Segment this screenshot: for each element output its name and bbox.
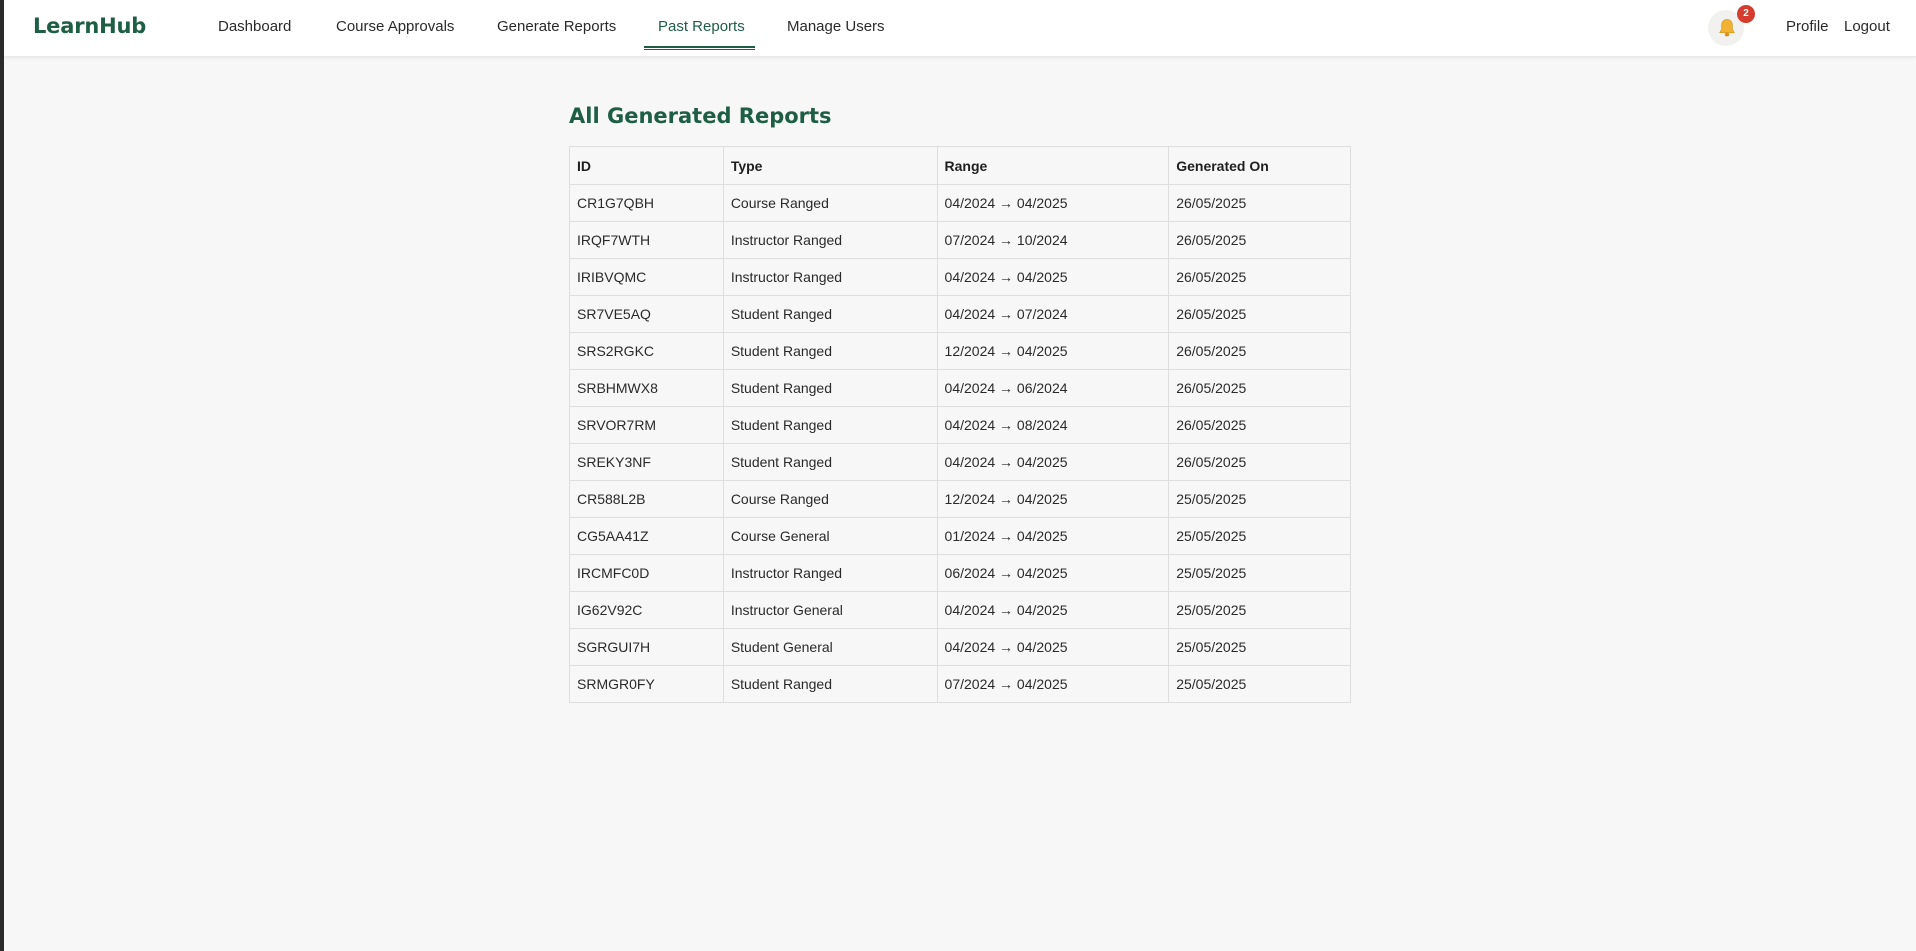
report-range-cell: 01/2024 → 04/2025 <box>936 517 1170 555</box>
report-type-cell: Student Ranged <box>722 406 938 444</box>
table-row[interactable]: SRS2RGKC Student Ranged 12/2024 → 04/2025 2… <box>569 332 1351 370</box>
report-type-cell: Course General <box>722 517 938 555</box>
column-header-generated-on: Generated On <box>1168 146 1351 185</box>
table-row[interactable]: IRQF7WTH Instructor Ranged 07/2024 → 10/20… <box>569 221 1351 259</box>
table-row[interactable]: CR1G7QBH Course Ranged 04/2024 → 04/2025 26… <box>569 184 1351 222</box>
report-type-cell: Student Ranged <box>722 665 938 703</box>
report-range-cell: 04/2024 → 06/2024 <box>936 369 1170 407</box>
page-title: All Generated Reports <box>569 104 832 128</box>
report-id-cell: SRVOR7RM <box>569 406 724 444</box>
nav-course-approvals[interactable]: Course Approvals <box>336 18 454 35</box>
report-type-cell: Student General <box>722 628 938 666</box>
table-header-row: ID Type Range Generated On <box>569 146 1351 185</box>
report-range-cell: 07/2024 → 04/2025 <box>936 665 1170 703</box>
report-type-cell: Course Ranged <box>722 184 938 222</box>
report-id-cell: CR588L2B <box>569 480 724 518</box>
report-id-cell: SREKY3NF <box>569 443 724 481</box>
report-range-cell: 04/2024 → 04/2025 <box>936 258 1170 296</box>
report-range-cell: 04/2024 → 04/2025 <box>936 184 1170 222</box>
table-row[interactable]: IRCMFC0D Instructor Ranged 06/2024 → 04/20… <box>569 554 1351 592</box>
table-row[interactable]: CR588L2B Course Ranged 12/2024 → 04/2025 25… <box>569 480 1351 518</box>
report-date-cell: 25/05/2025 <box>1168 517 1351 555</box>
nav-profile[interactable]: Profile <box>1786 18 1829 35</box>
report-id-cell: IG62V92C <box>569 591 724 629</box>
top-navbar: LearnHub Dashboard Course Approvals Gene… <box>4 0 1916 56</box>
report-type-cell: Instructor General <box>722 591 938 629</box>
nav-logout[interactable]: Logout <box>1844 18 1890 35</box>
nav-dashboard[interactable]: Dashboard <box>218 18 291 35</box>
report-range-cell: 07/2024 → 10/2024 <box>936 221 1170 259</box>
report-id-cell: SRMGR0FY <box>569 665 724 703</box>
reports-table: ID Type Range Generated On CR1G7QBH Cours… <box>569 146 1351 703</box>
table-row[interactable]: CG5AA41Z Course General 01/2024 → 04/2025 2… <box>569 517 1351 555</box>
table-body: CR1G7QBH Course Ranged 04/2024 → 04/2025 26… <box>569 184 1351 703</box>
report-id-cell: SRS2RGKC <box>569 332 724 370</box>
report-id-cell: SGRGUI7H <box>569 628 724 666</box>
report-date-cell: 26/05/2025 <box>1168 258 1351 296</box>
nav-generate-reports[interactable]: Generate Reports <box>497 18 616 35</box>
report-id-cell: SR7VE5AQ <box>569 295 724 333</box>
report-id-cell: SRBHMWX8 <box>569 369 724 407</box>
report-date-cell: 25/05/2025 <box>1168 665 1351 703</box>
notification-count-badge: 2 <box>1737 5 1755 23</box>
table-row[interactable]: SGRGUI7H Student General 04/2024 → 04/2025… <box>569 628 1351 666</box>
report-type-cell: Instructor Ranged <box>722 221 938 259</box>
report-range-cell: 04/2024 → 04/2025 <box>936 443 1170 481</box>
table-row[interactable]: SRBHMWX8 Student Ranged 04/2024 → 06/2024 2… <box>569 369 1351 407</box>
column-header-range: Range <box>936 146 1170 185</box>
active-tab-indicator <box>644 46 755 50</box>
report-date-cell: 26/05/2025 <box>1168 332 1351 370</box>
report-date-cell: 26/05/2025 <box>1168 221 1351 259</box>
report-type-cell: Instructor Ranged <box>722 258 938 296</box>
report-date-cell: 26/05/2025 <box>1168 295 1351 333</box>
table-row[interactable]: SR7VE5AQ Student Ranged 04/2024 → 07/2024 2… <box>569 295 1351 333</box>
report-range-cell: 06/2024 → 04/2025 <box>936 554 1170 592</box>
table-row[interactable]: IRIBVQMC Instructor Ranged 04/2024 → 04/20… <box>569 258 1351 296</box>
report-range-cell: 12/2024 → 04/2025 <box>936 332 1170 370</box>
report-type-cell: Student Ranged <box>722 332 938 370</box>
report-range-cell: 04/2024 → 04/2025 <box>936 628 1170 666</box>
report-type-cell: Student Ranged <box>722 295 938 333</box>
report-range-cell: 04/2024 → 08/2024 <box>936 406 1170 444</box>
report-type-cell: Student Ranged <box>722 369 938 407</box>
table-row[interactable]: IG62V92C Instructor General 04/2024 → 04/2… <box>569 591 1351 629</box>
brand-logo[interactable]: LearnHub <box>33 14 146 38</box>
report-type-cell: Course Ranged <box>722 480 938 518</box>
bell-icon <box>1719 19 1735 37</box>
report-date-cell: 25/05/2025 <box>1168 480 1351 518</box>
nav-past-reports[interactable]: Past Reports <box>658 18 745 35</box>
report-id-cell: IRIBVQMC <box>569 258 724 296</box>
report-date-cell: 25/05/2025 <box>1168 554 1351 592</box>
report-id-cell: IRCMFC0D <box>569 554 724 592</box>
column-header-type: Type <box>722 146 938 185</box>
table-row[interactable]: SRVOR7RM Student Ranged 04/2024 → 08/2024 2… <box>569 406 1351 444</box>
report-id-cell: IRQF7WTH <box>569 221 724 259</box>
report-range-cell: 04/2024 → 07/2024 <box>936 295 1170 333</box>
nav-manage-users[interactable]: Manage Users <box>787 18 885 35</box>
report-date-cell: 26/05/2025 <box>1168 184 1351 222</box>
report-date-cell: 26/05/2025 <box>1168 406 1351 444</box>
report-range-cell: 12/2024 → 04/2025 <box>936 480 1170 518</box>
report-type-cell: Student Ranged <box>722 443 938 481</box>
report-date-cell: 26/05/2025 <box>1168 369 1351 407</box>
report-date-cell: 25/05/2025 <box>1168 591 1351 629</box>
report-id-cell: CG5AA41Z <box>569 517 724 555</box>
report-date-cell: 26/05/2025 <box>1168 443 1351 481</box>
report-range-cell: 04/2024 → 04/2025 <box>936 591 1170 629</box>
report-date-cell: 25/05/2025 <box>1168 628 1351 666</box>
app-frame: LearnHub Dashboard Course Approvals Gene… <box>4 0 1916 951</box>
table-row[interactable]: SRMGR0FY Student Ranged 07/2024 → 04/2025 2… <box>569 665 1351 703</box>
report-id-cell: CR1G7QBH <box>569 184 724 222</box>
table-row[interactable]: SREKY3NF Student Ranged 04/2024 → 04/2025 2… <box>569 443 1351 481</box>
column-header-id: ID <box>569 146 724 185</box>
report-type-cell: Instructor Ranged <box>722 554 938 592</box>
